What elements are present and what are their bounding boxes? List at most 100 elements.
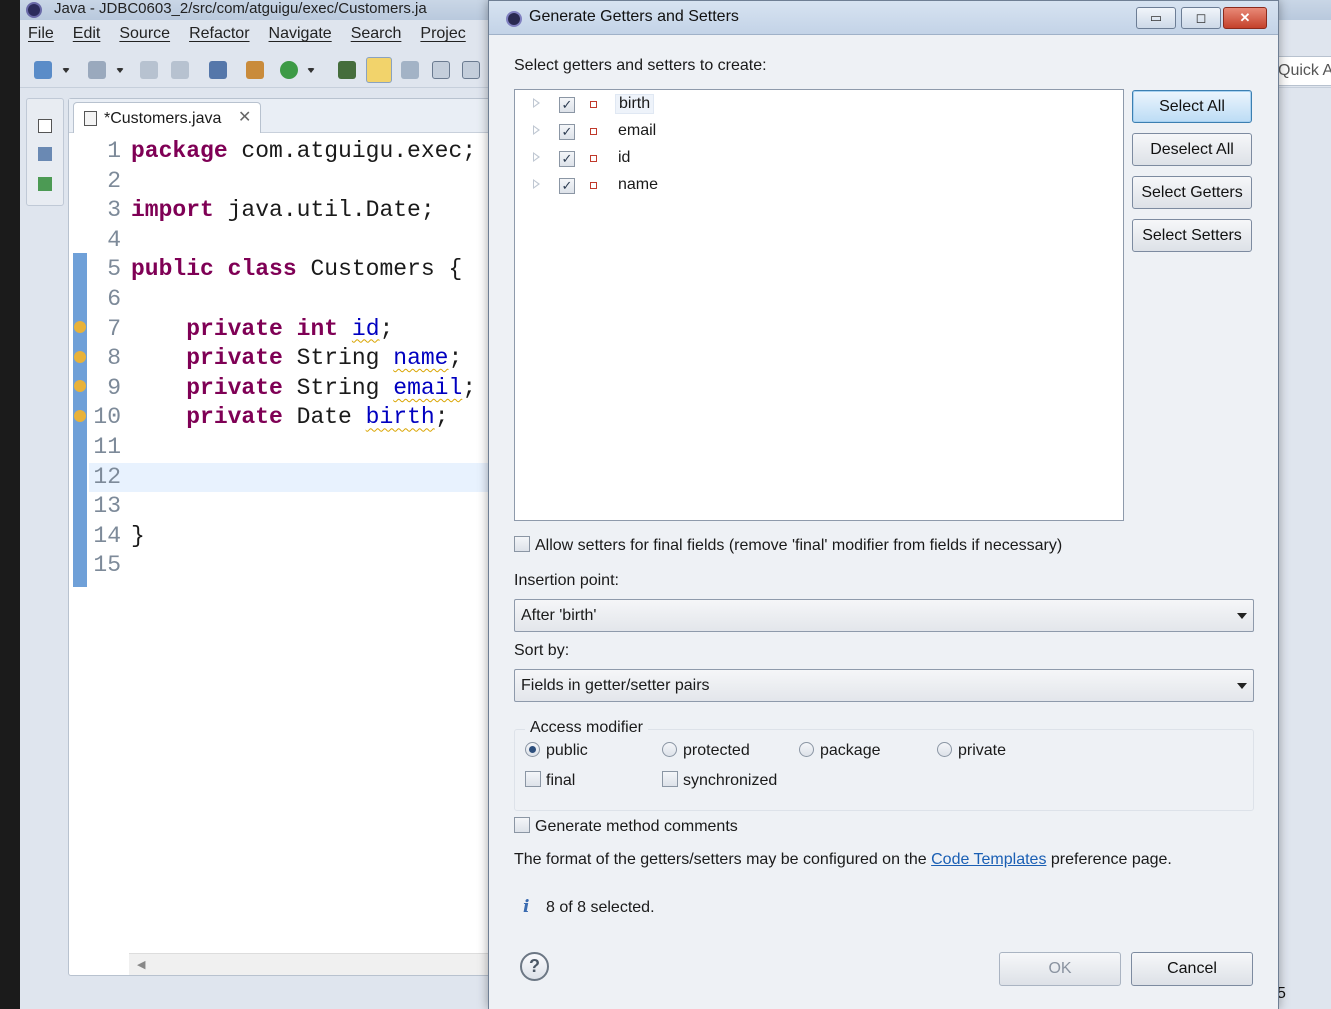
field-checkbox[interactable]: ✓: [559, 151, 575, 167]
run-dropdown-icon[interactable]: [307, 68, 315, 73]
package-explorer-icon[interactable]: [38, 147, 52, 161]
private-field-icon: [590, 182, 597, 189]
mark-occurrences-icon[interactable]: [366, 57, 392, 83]
access-private-radio[interactable]: private: [937, 742, 1006, 760]
generate-comments-checkbox[interactable]: [514, 817, 530, 833]
expand-arrow-icon[interactable]: [533, 179, 540, 189]
radio-selected-icon[interactable]: [525, 742, 540, 757]
deselect-all-button[interactable]: Deselect All: [1132, 133, 1252, 166]
code-line: 15: [89, 551, 529, 581]
final-checkbox[interactable]: [525, 771, 541, 787]
access-modifier-group: [514, 729, 1254, 811]
expand-arrow-icon[interactable]: [533, 125, 540, 135]
generate-comments-label: Generate method comments: [535, 818, 738, 835]
ok-button[interactable]: OK: [999, 952, 1121, 986]
eclipse-app-icon: [506, 11, 522, 27]
annotation-icon[interactable]: [401, 61, 419, 79]
code-templates-link[interactable]: Code Templates: [931, 851, 1046, 868]
save-icon[interactable]: [140, 61, 158, 79]
expand-arrow-icon[interactable]: [533, 98, 540, 108]
warning-icon: [74, 351, 86, 363]
radio-unselected-icon[interactable]: [937, 742, 952, 757]
new-dropdown-icon[interactable]: [62, 68, 70, 73]
warning-icon: [74, 380, 86, 392]
editor-tab-bar: *Customers.java ✕: [69, 99, 527, 133]
selection-status: 8 of 8 selected.: [546, 899, 655, 916]
select-all-button[interactable]: Select All: [1132, 90, 1252, 123]
new-icon[interactable]: [34, 61, 52, 79]
field-name: name: [393, 345, 449, 372]
code-area[interactable]: 1 package com.atguigu.exec; 2 3 import jav…: [89, 137, 529, 581]
code-text: Date: [282, 404, 366, 431]
expand-arrow-icon[interactable]: [533, 152, 540, 162]
show-whitespace-icon[interactable]: [462, 61, 480, 79]
menu-edit[interactable]: Edit: [73, 22, 111, 48]
horizontal-scrollbar[interactable]: ◀: [129, 953, 529, 975]
search-toolbar-icon[interactable]: [338, 61, 356, 79]
synchronized-checkbox[interactable]: [662, 771, 678, 787]
build-icon[interactable]: [246, 61, 264, 79]
access-public-radio[interactable]: public: [525, 742, 588, 760]
scroll-left-icon[interactable]: ◀: [137, 958, 145, 971]
new-project-icon[interactable]: [88, 61, 106, 79]
final-option[interactable]: final: [525, 771, 575, 790]
menu-project[interactable]: Projec: [420, 22, 475, 48]
close-tab-icon[interactable]: ✕: [238, 107, 251, 127]
keyword: private: [186, 315, 283, 342]
synchronized-option[interactable]: synchronized: [662, 771, 777, 790]
radio-unselected-icon[interactable]: [799, 742, 814, 757]
restore-icon[interactable]: [38, 119, 52, 133]
field-checkbox[interactable]: ✓: [559, 178, 575, 194]
new-project-dropdown-icon[interactable]: [116, 68, 124, 73]
save-all-icon[interactable]: [171, 61, 189, 79]
minimize-button[interactable]: ▭: [1136, 7, 1176, 29]
line-number: 9: [107, 374, 121, 401]
insertion-point-select[interactable]: After 'birth': [514, 599, 1254, 632]
access-protected-radio[interactable]: protected: [662, 742, 750, 760]
radio-label: private: [958, 742, 1007, 759]
radio-unselected-icon[interactable]: [662, 742, 677, 757]
select-getters-button[interactable]: Select Getters: [1132, 176, 1252, 209]
field-checkbox[interactable]: ✓: [559, 97, 575, 113]
tree-item-birth[interactable]: ✓ birth: [515, 92, 1123, 119]
help-icon[interactable]: ?: [520, 952, 549, 981]
menu-source[interactable]: Source: [119, 22, 180, 48]
access-package-radio[interactable]: package: [799, 742, 881, 760]
code-line: 13: [89, 492, 529, 522]
keyword: int: [296, 315, 339, 342]
close-button[interactable]: ✕: [1223, 7, 1267, 29]
keyword: import: [131, 197, 214, 224]
minimized-views-strip: [26, 98, 64, 206]
junit-icon[interactable]: [38, 177, 52, 191]
line-number: 7: [107, 315, 121, 342]
menu-file[interactable]: File: [28, 22, 64, 48]
editor-tab-customers[interactable]: *Customers.java ✕: [73, 102, 261, 133]
run-icon[interactable]: [280, 61, 298, 79]
select-setters-button[interactable]: Select Setters: [1132, 219, 1252, 252]
chevron-down-icon: [1237, 613, 1247, 619]
allow-final-setters-checkbox[interactable]: [514, 536, 530, 552]
skip-breakpoints-icon[interactable]: [209, 61, 227, 79]
tree-item-id[interactable]: ✓ id: [515, 146, 1123, 173]
line-number: 11: [93, 433, 121, 460]
cancel-button[interactable]: Cancel: [1131, 952, 1253, 986]
tree-item-email[interactable]: ✓ email: [515, 119, 1123, 146]
block-selection-icon[interactable]: [432, 61, 450, 79]
code-line: 5 public class Customers {: [89, 255, 529, 285]
quick-access-field[interactable]: Quick A: [1277, 56, 1331, 86]
code-text: Customers {: [296, 256, 463, 283]
sort-by-select[interactable]: Fields in getter/setter pairs: [514, 669, 1254, 702]
menu-search[interactable]: Search: [351, 22, 412, 48]
field-checkbox[interactable]: ✓: [559, 124, 575, 140]
warning-icon: [74, 321, 86, 333]
tree-item-name[interactable]: ✓ name: [515, 173, 1123, 200]
menu-refactor[interactable]: Refactor: [189, 22, 259, 48]
generate-getters-setters-dialog: Generate Getters and Setters ▭ ◻ ✕ Selec…: [488, 0, 1279, 1009]
allow-final-setters-option[interactable]: Allow setters for final fields (remove '…: [514, 536, 1062, 555]
dialog-titlebar[interactable]: Generate Getters and Setters ▭ ◻ ✕: [489, 1, 1278, 35]
maximize-button[interactable]: ◻: [1181, 7, 1221, 29]
fields-tree[interactable]: ✓ birth ✓ email ✓ id ✓ name: [514, 89, 1124, 521]
menu-navigate[interactable]: Navigate: [269, 22, 342, 48]
generate-comments-option[interactable]: Generate method comments: [514, 817, 738, 836]
code-line: 1 package com.atguigu.exec;: [89, 137, 529, 167]
